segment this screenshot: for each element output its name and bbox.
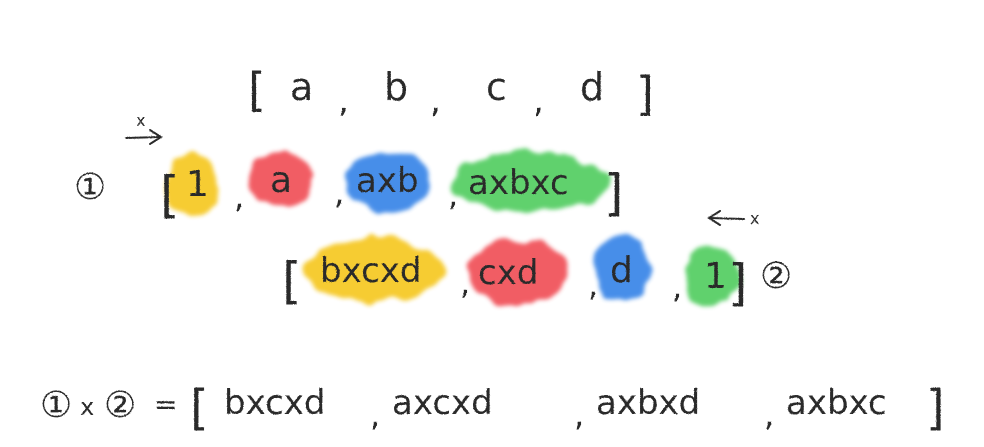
pass1-item-4: axbxc — [468, 163, 569, 203]
pass1-open-bracket: [ — [160, 166, 180, 224]
input-close-bracket: ] — [636, 67, 654, 121]
result-close-bracket: ] — [926, 380, 945, 436]
pass2-separator: , — [672, 268, 682, 306]
pass2-direction-label: x — [750, 209, 759, 228]
pass1-separator: , — [234, 178, 244, 216]
result-marker-2: ② — [104, 385, 136, 426]
pass2-open-bracket: [ — [282, 252, 302, 310]
result-separator: , — [370, 396, 380, 434]
pass1-array: [ 1 , a , axb , axbxc ] — [160, 160, 624, 224]
pass2-item-4: 1 — [704, 256, 727, 297]
pass1-item-2: a — [270, 160, 292, 201]
input-item-a: a — [290, 65, 313, 109]
result-item-1: bxcxd — [224, 383, 326, 423]
result-item-3: axbxd — [596, 383, 700, 423]
result-equals: = — [154, 388, 177, 421]
pass2-direction: x — [707, 209, 759, 228]
pass1-item-3: axb — [356, 161, 419, 201]
result-row: ① x ② = [ bxcxd , axcxd , axbxd , axbxc … — [40, 380, 945, 436]
input-array: [ a , b , c , d ] — [248, 63, 654, 121]
pass2-marker: ② — [760, 256, 792, 297]
pass2-close-bracket: ] — [728, 254, 748, 312]
pass1-marker: ① — [74, 167, 106, 208]
arrow-left-icon — [707, 210, 745, 226]
result-separator: , — [574, 396, 584, 434]
input-separator: , — [338, 81, 349, 121]
arrow-right-icon — [125, 129, 163, 145]
pass1-separator: , — [448, 176, 458, 214]
pass1-close-bracket: ] — [604, 164, 624, 222]
result-item-2: axcxd — [392, 383, 493, 423]
input-separator: , — [430, 81, 441, 121]
pass1-separator: , — [334, 174, 344, 212]
result-marker-1: ① — [40, 385, 72, 426]
diagram-svg: [ a , b , c , d ] x ① [ 1 , a , axb , ax… — [40, 63, 945, 436]
pass1-direction-label: x — [136, 111, 145, 130]
result-times: x — [80, 393, 94, 421]
pass1-direction: x — [125, 111, 163, 145]
input-open-bracket: [ — [248, 63, 266, 117]
input-item-d: d — [580, 65, 604, 109]
pass2-separator: , — [460, 264, 470, 302]
prefix-suffix-product-diagram: [ a , b , c , d ] x ① [ 1 , a , axb , ax… — [0, 0, 984, 447]
input-separator: , — [533, 81, 544, 121]
pass1-item-1: 1 — [186, 164, 209, 205]
pass2-separator: , — [588, 266, 598, 304]
result-open-bracket: [ — [190, 380, 209, 436]
pass2-item-2: cxd — [478, 253, 538, 293]
input-item-c: c — [486, 65, 507, 109]
input-item-b: b — [384, 65, 408, 109]
pass2-item-3: d — [610, 250, 633, 291]
result-item-4: axbxc — [786, 383, 887, 423]
pass2-item-1: bxcxd — [320, 251, 422, 291]
result-separator: , — [764, 396, 774, 434]
